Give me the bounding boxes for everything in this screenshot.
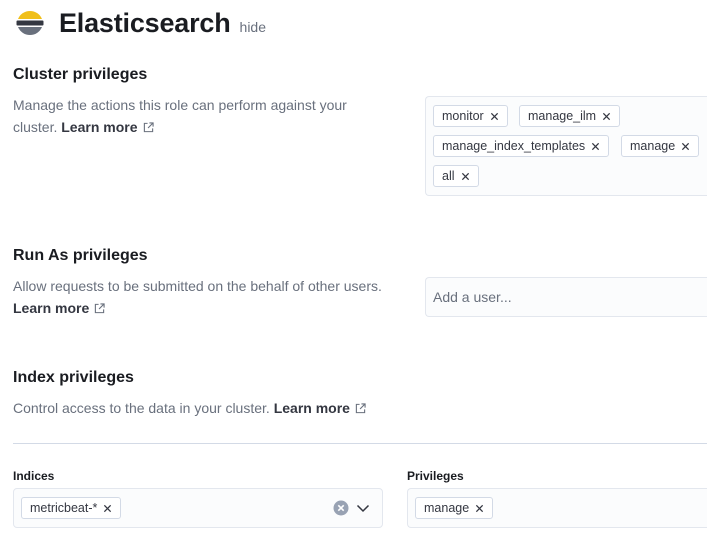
- run-as-learn-more-link[interactable]: Learn more: [13, 300, 105, 316]
- cluster-privilege-pill: manage_index_templates: [433, 135, 610, 157]
- external-link-icon: [95, 302, 105, 313]
- cluster-privilege-pill: manage_ilm: [519, 105, 621, 127]
- run-as-description-text: Allow requests to be submitted on the be…: [13, 278, 382, 294]
- index-description-text: Control access to the data in your clust…: [13, 400, 270, 416]
- index-privilege-pill: manage: [415, 497, 494, 519]
- pill-label: manage_index_templates: [442, 139, 586, 153]
- page-header: Elasticsearch hide: [14, 6, 266, 40]
- cluster-privilege-pill: all: [433, 165, 479, 187]
- remove-manage-icon[interactable]: [681, 142, 690, 151]
- cluster-privileges-description: Manage the actions this role can perform…: [13, 95, 393, 138]
- pill-label: metricbeat-*: [30, 501, 98, 515]
- pill-label: manage_ilm: [528, 109, 597, 123]
- elasticsearch-logo-icon: [16, 10, 44, 35]
- pill-label: all: [442, 169, 455, 183]
- index-privileges-description: Control access to the data in your clust…: [13, 398, 433, 420]
- remove-manage-icon[interactable]: [475, 504, 484, 513]
- remove-manage-ilm-icon[interactable]: [602, 112, 611, 121]
- cluster-privileges-title: Cluster privileges: [13, 66, 148, 83]
- index-learn-more-link[interactable]: Learn more: [274, 400, 366, 416]
- cluster-privilege-pill: monitor: [433, 105, 508, 127]
- remove-monitor-icon[interactable]: [490, 112, 499, 121]
- indices-label: Indices: [13, 469, 55, 483]
- chevron-down-icon[interactable]: [356, 502, 370, 514]
- run-as-learn-more-label: Learn more: [13, 299, 90, 316]
- app-title: Elasticsearch: [59, 7, 231, 38]
- pill-label: manage: [424, 501, 470, 515]
- clear-indices-icon[interactable]: [333, 500, 349, 516]
- section-divider: [13, 443, 707, 444]
- external-link-icon: [355, 403, 366, 414]
- external-link-icon: [143, 121, 154, 132]
- run-as-users-placeholder: Add a user...: [433, 289, 512, 305]
- index-learn-more-label: Learn more: [273, 400, 350, 416]
- cluster-privilege-pill: manage: [621, 135, 700, 157]
- index-pill: metricbeat-*: [21, 497, 122, 519]
- run-as-privileges-title: Run As privileges: [13, 247, 148, 264]
- run-as-privileges-description: Allow requests to be submitted on the be…: [13, 276, 393, 319]
- index-privileges-title: Index privileges: [13, 369, 134, 386]
- remove-all-icon[interactable]: [461, 172, 470, 181]
- remove-metricbeat-icon[interactable]: [103, 504, 112, 513]
- cluster-learn-more-link[interactable]: Learn more: [61, 118, 154, 135]
- remove-manage-index-templates-icon[interactable]: [591, 142, 600, 151]
- pill-label: manage: [630, 139, 676, 153]
- privileges-label: Privileges: [407, 469, 464, 483]
- hide-link[interactable]: hide: [240, 19, 266, 35]
- cluster-learn-more-label: Learn more: [61, 118, 138, 135]
- pill-label: monitor: [442, 109, 484, 123]
